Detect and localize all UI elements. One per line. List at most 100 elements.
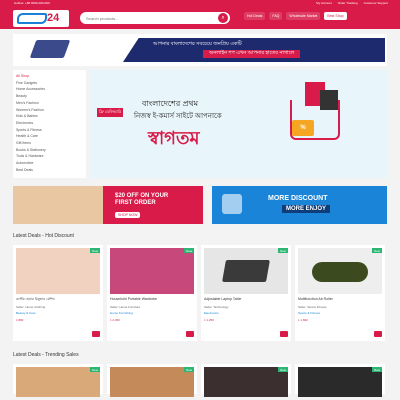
product-seller: Seller: Home Clothing	[16, 305, 46, 309]
product-badge: New	[89, 367, 100, 372]
top-bar: Hotline: +88 0000-000-000 My Account Ord…	[0, 0, 400, 7]
product-price: ৳ 890	[16, 318, 24, 322]
section-title-latest: Latest Deals - Hot Discount	[13, 233, 74, 239]
nav-faq[interactable]: FAQ	[269, 12, 283, 20]
product-card[interactable]: New Multifunction Ab Roller Seller: Spor…	[295, 245, 385, 341]
product-category: Sports & Fitness	[298, 311, 321, 315]
product-card[interactable]: New Household Portable Wardrobe Seller: …	[107, 245, 197, 341]
category-item[interactable]: Health & Care	[16, 133, 83, 140]
category-item[interactable]: Tools & Hardware	[16, 153, 83, 160]
product-badge: New	[183, 367, 194, 372]
add-to-cart-icon[interactable]	[280, 331, 288, 337]
customer-support-link[interactable]: Customer Support	[364, 0, 388, 7]
category-item[interactable]: Electronics	[16, 120, 83, 127]
category-item[interactable]: Beauty	[16, 93, 83, 100]
nav-hot-deals[interactable]: Hot Deals	[244, 12, 266, 20]
product-badge: New	[371, 367, 382, 372]
my-account-link[interactable]: My Account	[316, 0, 332, 7]
product-image	[298, 367, 382, 397]
top-links: My Account Order Tracking Customer Suppo…	[316, 0, 388, 7]
product-price: ৳ 2,450	[110, 318, 120, 322]
product-seller: Seller: Home Furniture	[110, 305, 141, 309]
product-image	[110, 367, 194, 397]
product-card[interactable]: New Adjustable Laptop Table Seller: Tech…	[201, 245, 291, 341]
category-sidebar: All Shop Fine Gadgets Home Accessories B…	[13, 70, 86, 178]
category-item[interactable]: Sports & Fitness	[16, 127, 83, 134]
trending-products: New New New New	[13, 364, 387, 397]
site-logo[interactable]: 24	[13, 10, 69, 27]
category-item[interactable]: Men's Fashion	[16, 100, 83, 107]
offer2-line-1: MORE DISCOUNT	[268, 195, 328, 202]
section-title-trending: Latest Deals - Trending Sales	[13, 352, 79, 358]
product-card[interactable]: New	[107, 364, 197, 397]
product-card[interactable]: New	[295, 364, 385, 397]
product-seller: Seller: Sports Fitness	[298, 305, 327, 309]
promo-line-2: অনলাইন শপ এখন আপনার হাতের নাগালে	[203, 50, 301, 58]
product-category: Beauty & Care	[16, 311, 36, 315]
category-item[interactable]: Fine Gadgets	[16, 80, 83, 87]
add-to-cart-icon[interactable]	[92, 331, 100, 337]
logo-mark-icon	[17, 13, 47, 24]
search-input[interactable]	[86, 13, 214, 23]
category-item[interactable]: Gift Items	[16, 140, 83, 147]
nav-best-shop[interactable]: Best Shop	[324, 12, 347, 20]
category-item[interactable]: Women's Fashion	[16, 107, 83, 114]
promo-banner: আপনার বাংলাদেশের সবচেয়ে জনপ্রিয় একটি অ…	[123, 38, 385, 62]
offer-image	[13, 186, 103, 224]
order-tracking-link[interactable]: Order Tracking	[338, 0, 358, 7]
offer2-line-2: MORE ENJOY	[282, 205, 331, 213]
shop-now-button[interactable]: SHOP NOW	[115, 212, 141, 218]
add-to-cart-icon[interactable]	[374, 331, 382, 337]
product-image	[16, 248, 100, 294]
product-badge: New	[183, 248, 194, 253]
product-seller: Seller: Technology	[204, 305, 229, 309]
promo-line-1: আপনার বাংলাদেশের সবচেয়ে জনপ্রিয় একটি	[153, 41, 242, 47]
discount-badge: %	[292, 120, 314, 136]
product-image	[110, 248, 194, 294]
product-price: ৳ 1,250	[204, 318, 214, 322]
laptop-image	[29, 40, 71, 58]
promo-strip[interactable]: আপনার বাংলাদেশের সবচেয়ে জনপ্রিয় একটি অ…	[13, 34, 387, 66]
megaphone-icon	[222, 194, 242, 214]
product-category: Home Furnishing	[110, 311, 133, 315]
product-badge: New	[277, 248, 288, 253]
product-name: Multifunction Ab Roller	[298, 297, 333, 301]
product-card[interactable]: New	[13, 364, 103, 397]
product-image	[204, 248, 288, 294]
product-badge: New	[89, 248, 100, 253]
logo-number: 24	[47, 12, 60, 24]
hero-headline: স্বাগতম	[148, 128, 200, 148]
hotline-text: Hotline: +88 0000-000-000	[14, 1, 50, 5]
category-item[interactable]: Best Deals	[16, 167, 83, 174]
site-header: 24 ⌕ Hot Deals FAQ Wholesale Market Best…	[0, 7, 400, 29]
offer-line-1: $20 OFF ON YOUR	[115, 193, 169, 199]
product-name: Household Portable Wardrobe	[110, 297, 157, 301]
category-item[interactable]: All Shop	[16, 73, 83, 80]
category-item[interactable]: Home Accessories	[16, 86, 83, 93]
nav-wholesale[interactable]: Wholesale Market	[286, 12, 321, 20]
product-badge: New	[277, 367, 288, 372]
more-discount-offer[interactable]: MORE DISCOUNT MORE ENJOY	[212, 186, 387, 224]
product-badge: New	[371, 248, 382, 253]
first-order-offer[interactable]: $20 OFF ON YOUR FIRST ORDER SHOP NOW	[13, 186, 203, 224]
hero-banner[interactable]: ফ্রি ডেলিভারি বাংলাদেশের প্রথম নিজস্ব ই-…	[90, 70, 387, 178]
product-card[interactable]: New কাস্টম হেয়ার রিমুভার মেশিন Seller: …	[13, 245, 103, 341]
header-nav: Hot Deals FAQ Wholesale Market Best Shop	[244, 12, 347, 20]
product-image	[204, 367, 288, 397]
search-icon[interactable]: ⌕	[218, 13, 228, 23]
product-name: কাস্টম হেয়ার রিমুভার মেশিন	[16, 297, 55, 301]
add-to-cart-icon[interactable]	[186, 331, 194, 337]
product-card[interactable]: New	[201, 364, 291, 397]
product-category: Electronics	[204, 311, 219, 315]
product-name: Adjustable Laptop Table	[204, 297, 242, 301]
hero-tag: ফ্রি ডেলিভারি	[97, 108, 124, 117]
offer-title: $20 OFF ON YOUR FIRST ORDER	[115, 193, 168, 207]
category-item[interactable]: Automotive	[16, 160, 83, 167]
category-item[interactable]: Kids & Babies	[16, 113, 83, 120]
category-item[interactable]: Books & Stationery	[16, 147, 83, 154]
product-image	[298, 248, 382, 294]
product-image	[16, 367, 100, 397]
offer-line-2: FIRST ORDER	[115, 200, 156, 206]
search-box: ⌕	[80, 12, 230, 24]
product-price: ৳ 1,690	[298, 318, 308, 322]
